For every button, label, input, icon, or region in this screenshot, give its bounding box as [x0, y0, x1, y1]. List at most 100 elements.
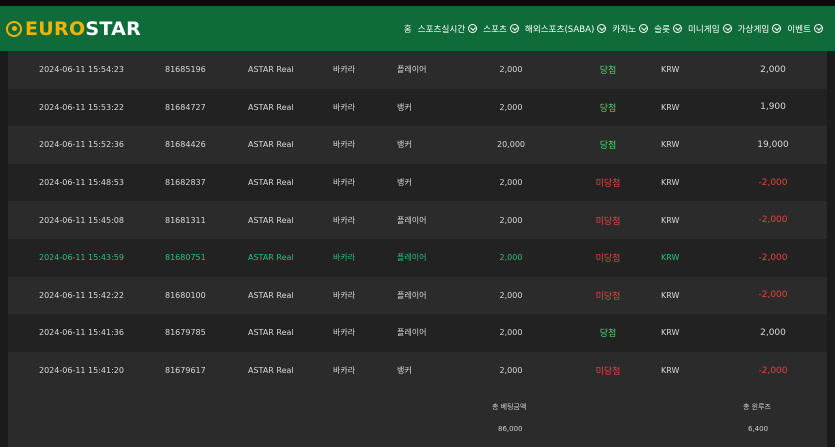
nav-item-8[interactable]: 이벤트	[787, 23, 823, 35]
nav-item-6[interactable]: 미니게임	[688, 23, 732, 35]
nav-item-7[interactable]: 가상게임	[738, 23, 782, 35]
main-menu: 홈 스포츠실시간 스포츠 해외스포츠(SABA) 카지노 슬롯 미니게임 가상게임 이벤트	[404, 23, 823, 35]
win-loss-amount: -2,000	[758, 177, 788, 188]
win-loss-amount: 2,000	[760, 64, 786, 75]
table-row[interactable]: 2024-06-11 15:41:20 81679617 ASTAR Real 바카라…	[8, 351, 827, 390]
bet-history-table: 2024-06-11 15:54:23 81685196 ASTAR Real 바카라…	[8, 51, 827, 447]
bet-pick: 플레이어	[397, 65, 427, 75]
currency: KRW	[661, 102, 680, 112]
currency: KRW	[661, 290, 680, 300]
total-winloss-value: 6,400	[748, 425, 769, 434]
game-name: 바카라	[333, 140, 356, 150]
bet-pick: 플레이어	[397, 253, 427, 263]
bet-id: 81679617	[165, 366, 206, 376]
nav-item-2[interactable]: 스포츠	[483, 23, 519, 35]
currency: KRW	[661, 366, 680, 376]
provider: ASTAR Real	[248, 215, 294, 225]
bet-amount: 2,000	[499, 65, 523, 75]
bet-pick: 뱅커	[397, 366, 412, 376]
bet-time: 2024-06-11 15:53:22	[39, 102, 124, 112]
table-row[interactable]: 2024-06-11 15:41:36 81679785 ASTAR Real 바카라…	[8, 314, 827, 352]
game-name: 바카라	[333, 215, 356, 225]
top-navbar: EUROSTAR 홈 스포츠실시간 스포츠 해외스포츠(SABA) 카지노 슬롯 미니게임 가…	[0, 6, 835, 51]
bet-result: 미당첨	[595, 179, 621, 190]
currency: KRW	[661, 140, 680, 150]
game-name: 바카라	[333, 65, 356, 75]
bet-time: 2024-06-11 15:42:22	[39, 290, 124, 300]
nav-item-4[interactable]: 카지노	[612, 23, 649, 35]
bet-time: 2024-06-11 15:41:20	[39, 366, 124, 376]
provider: ASTAR Real	[248, 140, 294, 150]
win-loss-amount: 1,900	[760, 102, 786, 113]
chevron-down-icon	[468, 24, 478, 33]
bet-amount: 2,000	[499, 366, 523, 376]
bet-id: 81685196	[165, 65, 206, 75]
bet-id: 81680751	[165, 253, 206, 263]
chevron-down-icon	[814, 24, 823, 33]
bet-result: 당첨	[599, 103, 617, 114]
nav-item-0[interactable]: 홈	[404, 23, 412, 35]
bet-id: 81680100	[165, 290, 206, 300]
chevron-down-icon	[639, 24, 649, 33]
nav-item-label: 스포츠실시간	[417, 24, 466, 35]
bet-time: 2024-06-11 15:43:59	[39, 253, 124, 263]
game-name: 바카라	[333, 102, 356, 112]
table-row[interactable]: 2024-06-11 15:45:08 81681311 ASTAR Real 바카라…	[8, 201, 827, 239]
provider: ASTAR Real	[248, 178, 294, 188]
bet-time: 2024-06-11 15:48:53	[39, 178, 124, 188]
provider: ASTAR Real	[248, 253, 294, 263]
nav-item-3[interactable]: 해외스포츠(SABA)	[525, 23, 607, 35]
table-row[interactable]: 2024-06-11 15:48:53 81682837 ASTAR Real 바카라…	[8, 163, 827, 202]
table-row[interactable]: 2024-06-11 15:43:59 81680751 ASTAR Real 바카라…	[8, 238, 827, 277]
nav-item-5[interactable]: 슬롯	[654, 23, 682, 35]
logo[interactable]: EUROSTAR	[6, 18, 141, 40]
bet-amount: 2,000	[499, 328, 523, 338]
bet-id: 81684426	[165, 140, 206, 150]
game-name: 바카라	[333, 253, 356, 263]
game-name: 바카라	[333, 366, 356, 376]
nav-item-label: 이벤트	[787, 24, 811, 35]
bet-pick: 플레이어	[397, 215, 427, 225]
table-row[interactable]: 2024-06-11 15:52:36 81684426 ASTAR Real 바카라…	[8, 126, 827, 164]
bet-id: 81679785	[165, 328, 206, 338]
nav-item-label: 해외스포츠(SABA)	[524, 24, 595, 35]
chevron-down-icon	[597, 24, 607, 33]
bet-id: 81681311	[165, 215, 206, 225]
bet-amount: 20,000	[497, 140, 525, 150]
chevron-down-icon	[772, 24, 782, 33]
bet-pick: 플레이어	[397, 290, 427, 300]
bet-result: 당첨	[599, 329, 617, 340]
nav-item-label: 가상게임	[737, 24, 770, 35]
nav-item-1[interactable]: 스포츠실시간	[417, 23, 478, 35]
bet-time: 2024-06-11 15:45:08	[39, 215, 124, 225]
win-loss-amount: 2,000	[760, 327, 786, 338]
provider: ASTAR Real	[248, 65, 294, 75]
currency: KRW	[661, 178, 680, 188]
bet-amount: 2,000	[499, 253, 523, 263]
table-row[interactable]: 2024-06-11 15:42:22 81680100 ASTAR Real 바카라…	[8, 276, 827, 315]
chevron-down-icon	[672, 24, 682, 33]
bet-pick: 뱅커	[397, 140, 412, 150]
bet-pick: 플레이어	[397, 328, 427, 338]
bet-result: 미당첨	[595, 216, 621, 227]
nav-item-label: 미니게임	[687, 24, 720, 35]
bet-pick: 뱅커	[397, 102, 412, 112]
provider: ASTAR Real	[248, 102, 294, 112]
bet-amount: 2,000	[499, 102, 523, 112]
game-name: 바카라	[333, 328, 356, 338]
nav-item-label: 스포츠	[483, 24, 507, 35]
nav-item-label: 홈	[403, 24, 412, 35]
win-loss-amount: -2,000	[758, 290, 788, 301]
win-loss-amount: -2,000	[758, 365, 788, 376]
bet-amount: 2,000	[499, 215, 523, 225]
total-winloss-label: 총 윈루즈	[743, 403, 771, 412]
bet-result: 미당첨	[595, 291, 621, 302]
currency: KRW	[661, 215, 680, 225]
provider: ASTAR Real	[248, 366, 294, 376]
table-row[interactable]: 2024-06-11 15:53:22 81684727 ASTAR Real 바카라…	[8, 88, 827, 127]
bet-result: 미당첨	[595, 367, 621, 378]
game-name: 바카라	[333, 178, 356, 188]
game-name: 바카라	[333, 290, 356, 300]
provider: ASTAR Real	[248, 328, 294, 338]
table-row[interactable]: 2024-06-11 15:54:23 81685196 ASTAR Real 바카라…	[8, 51, 827, 89]
